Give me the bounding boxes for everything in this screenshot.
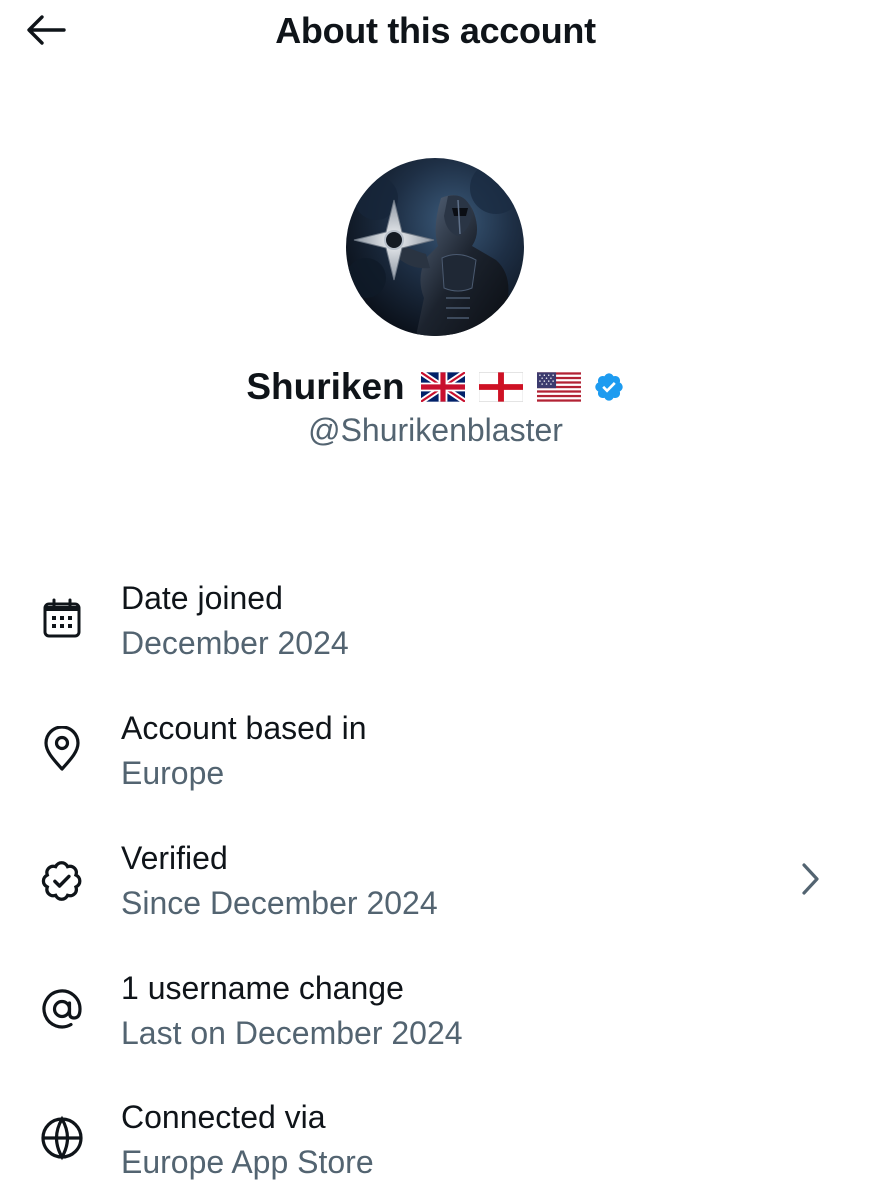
info-label: Connected via xyxy=(121,1099,326,1135)
about-account-page: About this account Shuriken @Shurikenbla… xyxy=(0,0,871,1200)
info-value: Europe App Store xyxy=(121,1144,374,1180)
info-value: Europe xyxy=(121,755,225,791)
united-states-flag xyxy=(536,372,581,402)
profile-handle: @Shurikenblaster xyxy=(308,412,563,448)
info-row-username-change: 1 username change Last on December 2024 xyxy=(0,965,871,1075)
info-value: Last on December 2024 xyxy=(121,1015,463,1051)
info-label: Verified xyxy=(121,840,228,876)
verified-badge-icon[interactable] xyxy=(593,371,625,403)
page-title: About this account xyxy=(275,10,596,51)
chevron-right-icon xyxy=(790,855,830,903)
england-flag xyxy=(478,372,523,402)
info-row-account-based-in: Account based in Europe xyxy=(0,705,871,815)
info-row-connected-via: Connected via Europe App Store xyxy=(0,1094,871,1200)
info-value: December 2024 xyxy=(121,625,349,661)
info-label: 1 username change xyxy=(121,970,404,1006)
globe-icon xyxy=(38,1114,86,1162)
header: About this account xyxy=(0,0,871,64)
avatar[interactable] xyxy=(346,158,524,336)
location-pin-icon xyxy=(38,725,86,773)
info-value: Since December 2024 xyxy=(121,885,438,921)
info-row-date-joined: Date joined December 2024 xyxy=(0,575,871,685)
info-label: Date joined xyxy=(121,580,283,616)
at-sign-icon xyxy=(38,985,86,1033)
united-kingdom-flag xyxy=(420,372,465,402)
info-label: Account based in xyxy=(121,710,367,746)
verified-icon xyxy=(38,857,86,905)
name-row: Shuriken xyxy=(0,362,871,412)
calendar-icon xyxy=(38,595,86,643)
info-row-verified[interactable]: Verified Since December 2024 xyxy=(0,835,871,945)
display-name: Shuriken xyxy=(246,366,405,407)
